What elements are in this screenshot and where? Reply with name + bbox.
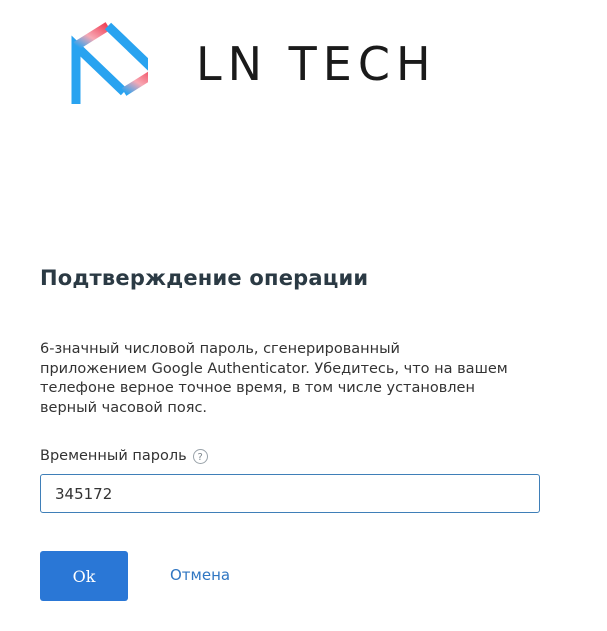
temporary-password-input[interactable] xyxy=(40,474,540,513)
ok-button[interactable]: Ok xyxy=(40,551,128,601)
instruction-text: 6-значный числовой пароль, сгенерированн… xyxy=(40,341,508,416)
ln-tech-logo: LN TECH xyxy=(68,16,518,112)
logo-mark-icon xyxy=(71,22,148,104)
logo-text: LN TECH xyxy=(196,37,437,91)
cancel-link[interactable]: Отмена xyxy=(170,566,230,584)
password-field-label: Временный пароль xyxy=(40,448,187,464)
password-field-label-row: Временный пароль ? xyxy=(40,446,208,466)
help-icon[interactable]: ? xyxy=(192,448,208,464)
page-title: Подтверждение операции xyxy=(40,266,369,290)
